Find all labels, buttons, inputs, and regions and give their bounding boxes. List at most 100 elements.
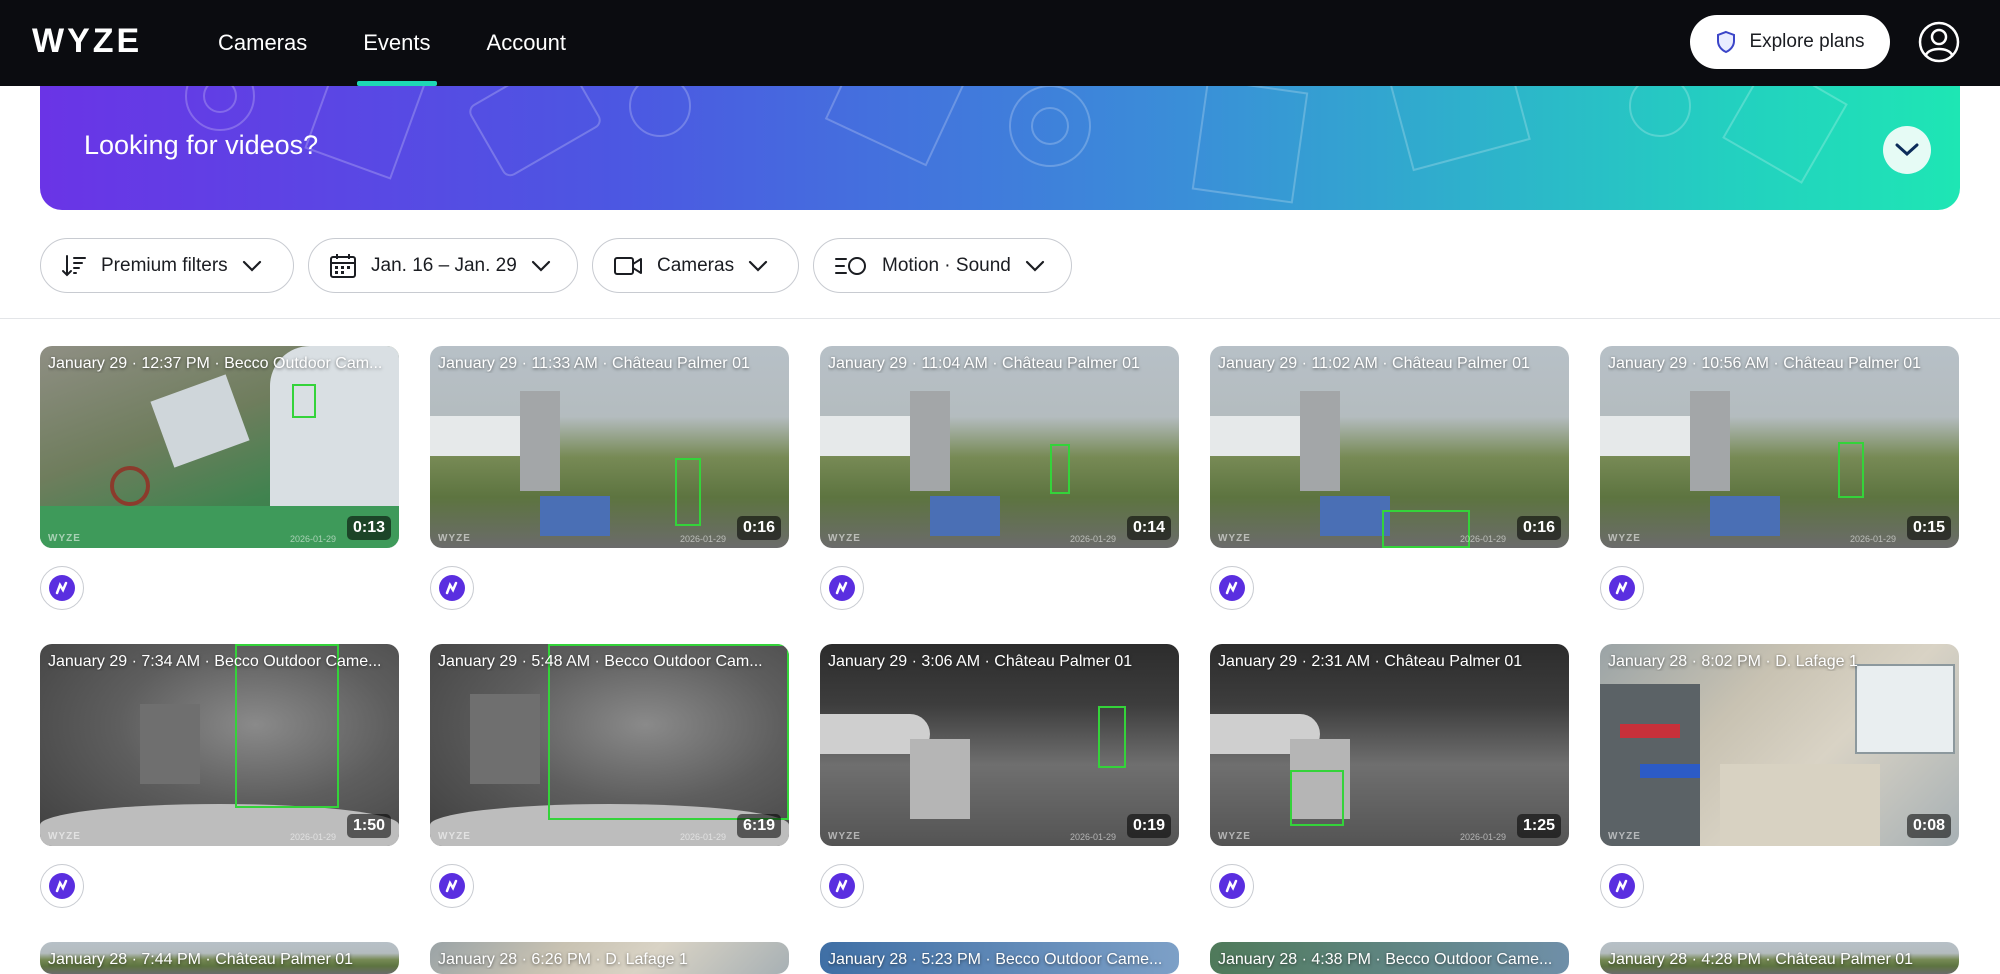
event-title: January 28 · 4:38 PM · Becco Outdoor Cam… [1218, 951, 1553, 968]
motion-event-badge[interactable] [40, 864, 84, 908]
watermark-date: 2026-01-29 [290, 534, 337, 544]
event-thumbnail[interactable]: January 29 · 3:06 AM · Château Palmer 01… [820, 644, 1179, 846]
event-thumbnail[interactable]: January 29 · 11:02 AM · Château Palmer 0… [1210, 346, 1569, 548]
premium-filters-dropdown[interactable]: Premium filters [40, 238, 294, 293]
event-type-dropdown[interactable]: Motion · Sound [813, 238, 1072, 293]
event-thumbnail[interactable]: January 29 · 5:48 AM · Becco Outdoor Cam… [430, 644, 789, 846]
event-title: January 29 · 11:33 AM · Château Palmer 0… [438, 355, 750, 372]
motion-event-badge[interactable] [820, 864, 864, 908]
event-thumbnail[interactable]: January 29 · 11:04 AM · Château Palmer 0… [820, 346, 1179, 548]
watermark-date: 2026-01-29 [1850, 534, 1897, 544]
event-card: January 29 · 10:56 AM · Château Palmer 0… [1600, 346, 1959, 610]
motion-icon [1609, 575, 1635, 601]
event-card: January 29 · 5:48 AM · Becco Outdoor Cam… [430, 644, 789, 908]
motion-event-badge[interactable] [1210, 864, 1254, 908]
motion-event-badge[interactable] [820, 566, 864, 610]
event-thumbnail[interactable]: January 29 · 12:37 PM · Becco Outdoor Ca… [40, 346, 399, 548]
camera-watermark: WYZE [828, 533, 861, 544]
event-title: January 28 · 8:02 PM · D. Lafage 1 [1608, 653, 1858, 670]
event-duration: 1:50 [346, 814, 391, 838]
motion-event-badge[interactable] [430, 566, 474, 610]
event-thumbnail[interactable]: January 29 · 2:31 AM · Château Palmer 01… [1210, 644, 1569, 846]
looking-for-videos-banner: Looking for videos? [40, 86, 1960, 210]
date-range-dropdown[interactable]: Jan. 16 – Jan. 29 [308, 238, 578, 293]
event-duration: 0:19 [1126, 814, 1171, 838]
event-thumbnail[interactable]: January 28 · 4:38 PM · Becco Outdoor Cam… [1210, 942, 1569, 974]
event-card: January 29 · 2:31 AM · Château Palmer 01… [1210, 644, 1569, 908]
motion-icon [829, 873, 855, 899]
motion-event-badge[interactable] [1600, 566, 1644, 610]
motion-event-badge[interactable] [1600, 864, 1644, 908]
nav-account[interactable]: Account [459, 0, 595, 86]
event-card: January 28 · 6:26 PM · D. Lafage 1 [430, 942, 789, 974]
event-thumbnail[interactable]: January 28 · 5:23 PM · Becco Outdoor Cam… [820, 942, 1179, 974]
watermark-date: 2026-01-29 [680, 534, 727, 544]
event-title: January 29 · 11:04 AM · Château Palmer 0… [828, 355, 1140, 372]
motion-event-badge[interactable] [430, 864, 474, 908]
wyze-logo[interactable]: WYZE [32, 22, 142, 60]
motion-icon [49, 873, 75, 899]
watermark-date: 2026-01-29 [1070, 534, 1117, 544]
event-title: January 29 · 11:02 AM · Château Palmer 0… [1218, 355, 1530, 372]
event-title: January 28 · 4:28 PM · Château Palmer 01 [1608, 951, 1914, 968]
event-thumbnail[interactable]: January 29 · 10:56 AM · Château Palmer 0… [1600, 346, 1959, 548]
camera-watermark: WYZE [438, 831, 471, 842]
event-duration: 0:08 [1906, 814, 1951, 838]
explore-plans-button[interactable]: Explore plans [1690, 15, 1890, 69]
motion-icon [49, 575, 75, 601]
event-thumbnail[interactable]: January 29 · 11:33 AM · Château Palmer 0… [430, 346, 789, 548]
watermark-date: 2026-01-29 [680, 832, 727, 842]
motion-sound-icon [835, 256, 866, 275]
camera-watermark: WYZE [1218, 831, 1251, 842]
nav-cameras[interactable]: Cameras [190, 0, 335, 86]
filters-divider [0, 318, 2000, 319]
camera-watermark: WYZE [48, 831, 81, 842]
event-card: January 29 · 11:33 AM · Château Palmer 0… [430, 346, 789, 610]
event-title: January 29 · 3:06 AM · Château Palmer 01 [828, 653, 1133, 670]
shield-icon [1717, 30, 1736, 54]
event-card: January 29 · 11:02 AM · Château Palmer 0… [1210, 346, 1569, 610]
event-thumbnail[interactable]: January 28 · 8:02 PM · D. Lafage 1 0:08 … [1600, 644, 1959, 846]
event-duration: 0:16 [736, 516, 781, 540]
motion-icon [1609, 873, 1635, 899]
top-navigation-bar: WYZE Cameras Events Account Explore plan… [0, 0, 2000, 86]
event-duration: 0:15 [1906, 516, 1951, 540]
main-nav: Cameras Events Account [190, 0, 594, 86]
camera-watermark: WYZE [1608, 831, 1641, 842]
sort-filter-icon [62, 254, 86, 276]
video-camera-icon [614, 256, 642, 275]
camera-watermark: WYZE [48, 533, 81, 544]
banner-expand-button[interactable] [1883, 126, 1931, 174]
watermark-date: 2026-01-29 [290, 832, 337, 842]
event-duration: 1:25 [1516, 814, 1561, 838]
cameras-dropdown[interactable]: Cameras [592, 238, 799, 293]
event-card: January 29 · 7:34 AM · Becco Outdoor Cam… [40, 644, 399, 908]
event-thumbnail[interactable]: January 29 · 7:34 AM · Becco Outdoor Cam… [40, 644, 399, 846]
filters-bar: Premium filters Jan. 16 – Jan. 29 Camera… [40, 238, 1072, 294]
logo-text: WYZE [32, 21, 143, 60]
event-title: January 29 · 2:31 AM · Château Palmer 01 [1218, 653, 1523, 670]
event-card: January 28 · 7:44 PM · Château Palmer 01 [40, 942, 399, 974]
nav-events[interactable]: Events [335, 0, 458, 86]
premium-filters-label: Premium filters [101, 254, 228, 276]
event-title: January 29 · 12:37 PM · Becco Outdoor Ca… [48, 355, 383, 372]
event-title: January 28 · 7:44 PM · Château Palmer 01 [48, 951, 354, 968]
event-duration: 0:16 [1516, 516, 1561, 540]
motion-icon [439, 873, 465, 899]
event-duration: 0:14 [1126, 516, 1171, 540]
event-title: January 28 · 6:26 PM · D. Lafage 1 [438, 951, 688, 968]
event-thumbnail[interactable]: January 28 · 4:28 PM · Château Palmer 01 [1600, 942, 1959, 974]
event-thumbnail[interactable]: January 28 · 7:44 PM · Château Palmer 01 [40, 942, 399, 974]
event-card: January 28 · 4:28 PM · Château Palmer 01 [1600, 942, 1959, 974]
event-thumbnail[interactable]: January 28 · 6:26 PM · D. Lafage 1 [430, 942, 789, 974]
motion-event-badge[interactable] [1210, 566, 1254, 610]
banner-camera-decoration [185, 86, 1848, 204]
user-account-icon[interactable] [1918, 21, 1960, 63]
event-title: January 28 · 5:23 PM · Becco Outdoor Cam… [828, 951, 1163, 968]
chevron-down-icon [1025, 260, 1044, 272]
nav-events-label: Events [363, 30, 431, 55]
nav-cameras-label: Cameras [218, 30, 308, 55]
motion-event-badge[interactable] [40, 566, 84, 610]
camera-watermark: WYZE [438, 533, 471, 544]
motion-icon [829, 575, 855, 601]
